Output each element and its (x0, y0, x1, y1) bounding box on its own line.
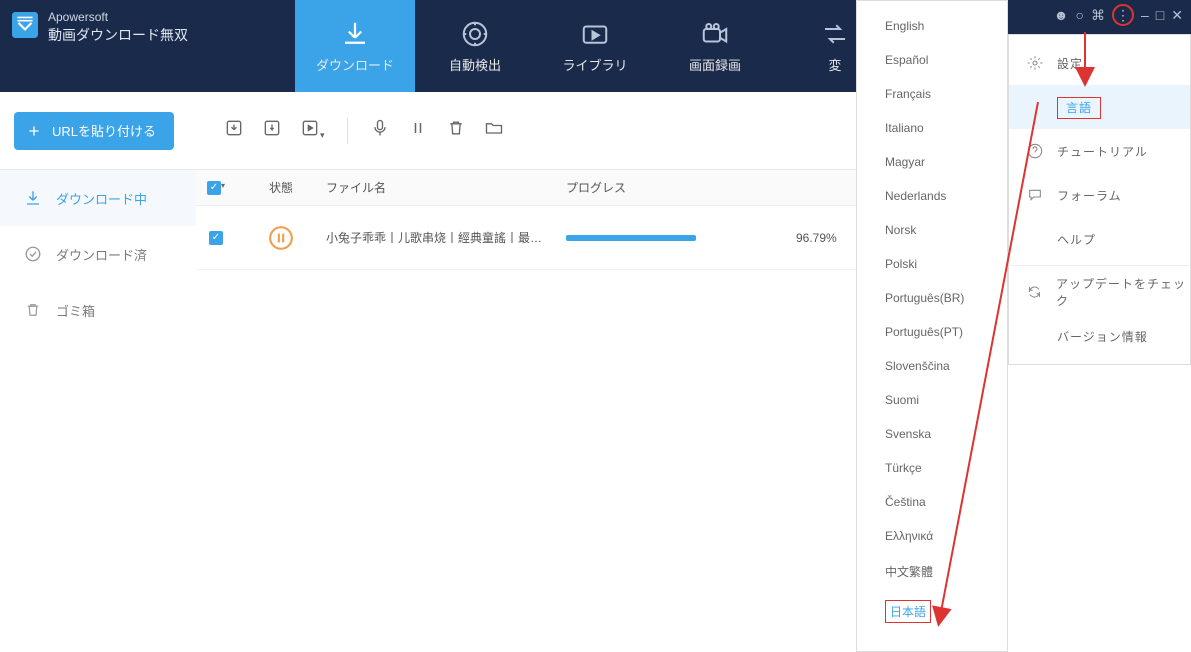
radar-icon (460, 19, 490, 49)
menu-item-label: チュートリアル (1057, 143, 1148, 160)
mic-icon[interactable] (370, 118, 390, 144)
tab-record[interactable]: 画面録画 (655, 0, 775, 92)
language-option[interactable]: Čeština (857, 485, 1007, 519)
col-progress[interactable]: プログレス (566, 179, 796, 196)
paste-label: URLを貼り付ける (52, 121, 156, 140)
language-option[interactable]: Italiano (857, 111, 1007, 145)
paste-url-button[interactable]: URLを貼り付ける (14, 112, 174, 150)
col-state[interactable]: 状態 (236, 179, 326, 196)
settings-menu-item[interactable]: バージョン情報 (1009, 314, 1190, 358)
app-logo-icon (12, 12, 38, 38)
play-icon[interactable]: ▾ (300, 118, 325, 144)
menu-item-label: 言語 (1057, 99, 1101, 116)
brand-name: Apowersoft (48, 10, 188, 24)
camera-icon (700, 19, 730, 49)
delete-icon[interactable] (446, 118, 466, 144)
settings-menu-item[interactable]: アップデートをチェック (1009, 270, 1190, 314)
pause-status-icon[interactable] (268, 225, 294, 251)
menu-dots-icon[interactable]: ⋮ (1112, 4, 1134, 26)
maximize-icon[interactable]: □ (1156, 7, 1164, 23)
minimize-icon[interactable]: – (1141, 7, 1149, 23)
separator (347, 118, 348, 144)
menu-item-label: ヘルプ (1057, 231, 1096, 248)
settings-menu-item[interactable]: フォーラム (1009, 173, 1190, 217)
sidebar-label: ゴミ箱 (56, 301, 95, 320)
convert-icon (820, 19, 850, 49)
row-filename: 小兔子乖乖丨儿歌串烧丨經典童謠丨最… (326, 229, 566, 246)
chat-icon (1027, 187, 1043, 203)
language-option[interactable]: Türkçe (857, 451, 1007, 485)
tab-library[interactable]: ライブラリ (535, 0, 655, 92)
language-option[interactable]: Suomi (857, 383, 1007, 417)
language-option[interactable]: 中文繁體 (857, 553, 1007, 590)
sidebar-item-downloading[interactable]: ダウンロード中 (0, 170, 196, 226)
progress-bar (566, 235, 696, 241)
downloading-icon (24, 189, 42, 207)
language-option[interactable]: Svenska (857, 417, 1007, 451)
done-icon (24, 245, 42, 263)
tab-label: 自動検出 (449, 55, 501, 74)
menu-item-label: フォーラム (1057, 187, 1122, 204)
folder-icon[interactable] (484, 118, 504, 144)
menu-separator (1009, 265, 1190, 266)
language-option[interactable]: Español (857, 43, 1007, 77)
language-option[interactable]: 日本語 (857, 590, 1007, 633)
settings-menu-item[interactable]: 言語 (1009, 85, 1190, 129)
grid-icon[interactable]: ⌘ (1091, 7, 1105, 24)
language-option[interactable]: Polski (857, 247, 1007, 281)
gear-icon (1027, 55, 1043, 71)
row-checkbox[interactable]: ✓ (209, 231, 223, 245)
tab-label: ダウンロード (316, 55, 394, 74)
sidebar-item-trash[interactable]: ゴミ箱 (0, 282, 196, 338)
download-one-icon[interactable] (262, 118, 282, 144)
question-icon (1027, 143, 1043, 159)
language-option[interactable]: English (857, 9, 1007, 43)
tab-label: 画面録画 (689, 55, 741, 74)
col-file[interactable]: ファイル名 (326, 179, 566, 196)
settings-menu: 設定言語チュートリアルフォーラムヘルプアップデートをチェックバージョン情報 (1008, 34, 1191, 365)
refresh-icon (1027, 284, 1042, 300)
menu-item-label: アップデートをチェック (1056, 275, 1190, 309)
language-option[interactable]: Magyar (857, 145, 1007, 179)
download-icon (340, 19, 370, 49)
language-option[interactable]: Nederlands (857, 179, 1007, 213)
brand-product: 動画ダウンロード無双 (48, 25, 188, 45)
close-icon[interactable]: ✕ (1171, 7, 1183, 24)
settings-menu-item[interactable]: チュートリアル (1009, 129, 1190, 173)
language-option[interactable]: Français (857, 77, 1007, 111)
settings-menu-item[interactable]: ヘルプ (1009, 217, 1190, 261)
language-option[interactable]: Slovenščina (857, 349, 1007, 383)
sidebar-label: ダウンロード中 (56, 189, 147, 208)
download-all-icon[interactable] (224, 118, 244, 144)
menu-item-label: 設定 (1057, 55, 1083, 72)
settings-menu-item[interactable]: 設定 (1009, 41, 1190, 85)
language-option[interactable]: Português(BR) (857, 281, 1007, 315)
plus-icon (26, 123, 42, 139)
user-icon[interactable]: ☻ (1054, 7, 1069, 23)
brand-area: Apowersoft 動画ダウンロード無双 (0, 0, 295, 92)
tab-detect[interactable]: 自動検出 (415, 0, 535, 92)
language-option[interactable]: Ελληνικά (857, 519, 1007, 553)
sidebar-item-downloaded[interactable]: ダウンロード済 (0, 226, 196, 282)
menu-item-label: バージョン情報 (1057, 328, 1148, 345)
language-menu: EnglishEspañolFrançaisItalianoMagyarNede… (856, 0, 1008, 652)
library-icon (580, 19, 610, 49)
language-option[interactable]: Português(PT) (857, 315, 1007, 349)
pause-icon[interactable] (408, 118, 428, 144)
sidebar-label: ダウンロード済 (56, 245, 147, 264)
language-option[interactable]: Norsk (857, 213, 1007, 247)
tab-download[interactable]: ダウンロード (295, 0, 415, 92)
trash-icon (24, 301, 42, 319)
account-icon[interactable]: ○ (1076, 7, 1084, 23)
tab-label: 変 (828, 55, 841, 74)
select-all-checkbox[interactable]: ✓ (207, 181, 221, 195)
tab-label: ライブラリ (562, 55, 627, 74)
